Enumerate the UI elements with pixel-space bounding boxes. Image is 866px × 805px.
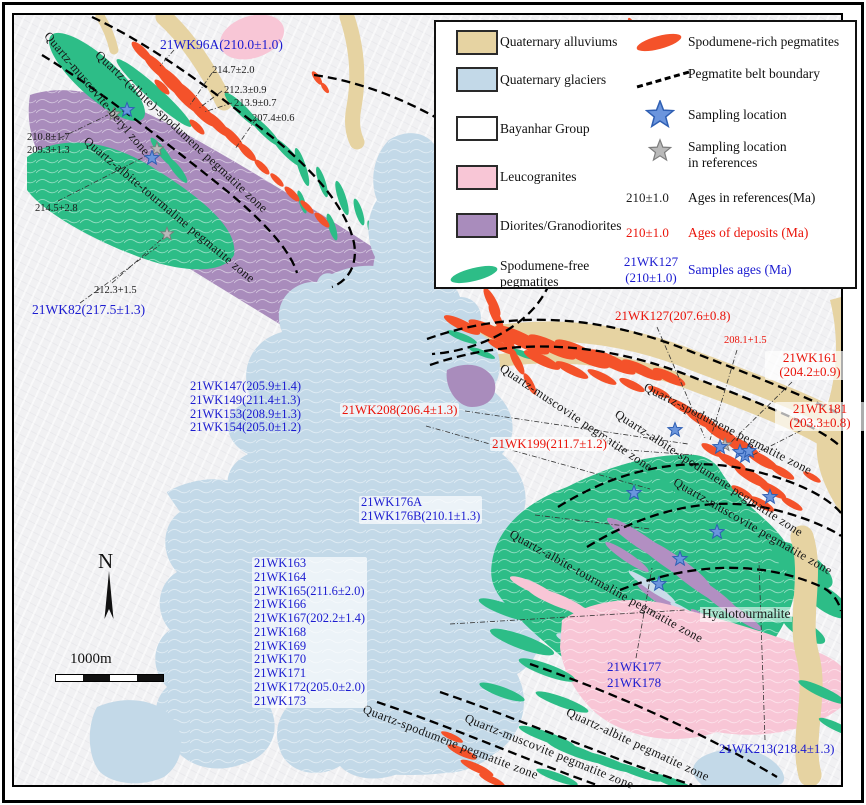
legend-label-spodumene-free-1: Spodumene-free — [500, 258, 589, 274]
legend-swatch-alluvium — [456, 30, 498, 55]
legend-label-age-deposit: Ages of deposits (Ma) — [688, 225, 808, 241]
deposit-label-line: (204.2±0.9) — [767, 365, 853, 379]
reference-age-label: 212.3+1.5 — [94, 285, 137, 297]
legend-label-boundary: Pegmatite belt boundary — [688, 66, 820, 82]
rock-label-hyalotourmalite: Hyalotourmalite — [700, 607, 792, 622]
legend-swatch-diorites — [456, 213, 498, 238]
sample-list-147: 21WK147(205.9±1.4) 21WK149(211.4±1.3) 21… — [190, 380, 301, 435]
legend-label-diorites: Diorites/Granodiorites — [500, 218, 621, 234]
legend-label-spodumene-free-2: pegmatites — [500, 274, 558, 290]
legend-label-bayanhar: Bayanhar Group — [500, 121, 590, 137]
legend-label-sampling-ref-2: in references — [688, 155, 757, 171]
reference-age-label: 207.4±0.6 — [252, 113, 295, 125]
sample-label: 21WK154(205.0±1.2) — [190, 421, 301, 435]
sample-label-wk82: 21WK82(217.5±1.3) — [32, 303, 145, 318]
legend-example-age-ref: 210±1.0 — [626, 190, 669, 206]
deposit-label-wk181: 21WK181 (203.3±0.8) — [775, 402, 865, 431]
legend-example-sample-line: (210±1.0) — [620, 270, 682, 286]
sample-label: 21WK176A — [361, 496, 480, 510]
legend-label-sampling: Sampling location — [688, 107, 787, 123]
legend-label-sampling-ref-1: Sampling location — [688, 139, 787, 155]
legend-example-age-deposit: 210±1.0 — [626, 225, 669, 241]
north-label: N — [98, 549, 113, 574]
legend-swatch-bayanhar — [456, 116, 498, 141]
legend-label-alluvium: Quaternary alluviums — [500, 34, 617, 50]
legend-example-sample-line: 21WK127 — [620, 254, 682, 270]
reference-age-label: 214.7±2.0 — [212, 65, 255, 77]
sample-label: 21WK178 — [607, 675, 661, 691]
scale-bar-segment — [83, 675, 110, 681]
sample-label: 21WK163 — [254, 557, 365, 571]
sample-label: 21WK167(202.2±1.4) — [254, 612, 365, 626]
scale-bar-segment — [110, 675, 137, 681]
reference-age-label: 213.9±0.7 — [234, 98, 277, 110]
sample-label: 21WK171 — [254, 667, 365, 681]
reference-age-label: 209.3+1.3 — [27, 145, 70, 157]
sample-label-wk213: 21WK213(218.4±1.3) — [719, 742, 834, 756]
deposit-label-wk127: 21WK127(207.6±0.8) — [615, 309, 730, 323]
legend-label-leucogranites: Leucogranites — [500, 169, 576, 185]
reference-age-label: 212.3±0.9 — [224, 85, 267, 97]
legend-spodumene-free-icon — [449, 262, 499, 286]
map-area: Quartz-muscovite-beryl zone Quartz-(albi… — [12, 13, 843, 787]
sample-label: 21WK172(205.0±2.0) — [254, 681, 365, 695]
legend-label-age-ref: Ages in references(Ma) — [688, 190, 815, 206]
sample-list-176: 21WK176A 21WK176B(210.1±1.3) — [359, 496, 482, 524]
alluvium-channel-southeast — [802, 537, 811, 775]
geological-map-figure: Quartz-muscovite-beryl zone Quartz-(albi… — [0, 0, 866, 805]
sample-label: 21WK149(211.4±1.3) — [190, 394, 301, 408]
sample-label-wk96a: 21WK96A(210.0±1.0) — [160, 38, 283, 53]
sample-label: 21WK165(211.6±2.0) — [254, 585, 365, 599]
legend-spodumene-rich-icon — [635, 30, 683, 54]
legend-label-sample-age: Samples ages (Ma) — [688, 262, 791, 278]
sample-list-177: 21WK177 21WK178 — [607, 659, 661, 692]
scale-bar-segment — [137, 675, 163, 681]
sample-label: 21WK169 — [254, 640, 365, 654]
deposit-label-line: 21WK181 — [777, 402, 863, 416]
deposit-label-208-1: 208.1+1.5 — [724, 335, 767, 347]
deposit-label-wk161: 21WK161 (204.2±0.9) — [765, 351, 855, 380]
deposit-label-line: 21WK161 — [767, 351, 853, 365]
scale-bar-segment — [56, 675, 83, 681]
legend-boundary-icon — [637, 71, 690, 89]
sample-list-163: 21WK163 21WK164 21WK165(211.6±2.0) 21WK1… — [252, 557, 367, 708]
scale-bar — [55, 674, 164, 682]
deposit-label-line: (203.3±0.8) — [777, 416, 863, 430]
legend-sampling-star-icon — [645, 100, 675, 130]
sample-label: 21WK166 — [254, 598, 365, 612]
north-arrow-icon — [105, 571, 114, 619]
sample-label: 21WK177 — [607, 659, 661, 675]
deposit-label-wk208: 21WK208(206.4±1.3) — [340, 403, 459, 417]
sample-label: 21WK164 — [254, 571, 365, 585]
legend-example-sample-age: 21WK127 (210±1.0) — [620, 254, 682, 286]
reference-age-label: 214.5+2.8 — [35, 203, 78, 215]
legend-label-spodumene-rich: Spodumene-rich pegmatites — [688, 34, 839, 50]
legend-swatch-glaciers — [456, 67, 498, 92]
sample-label: 21WK170 — [254, 653, 365, 667]
sample-label: 21WK147(205.9±1.4) — [190, 380, 301, 394]
sample-label: 21WK176B(210.1±1.3) — [361, 510, 480, 524]
sample-label: 21WK173 — [254, 695, 365, 709]
legend-label-glaciers: Quaternary glaciers — [500, 72, 606, 88]
map-legend: Quaternary alluviums Quaternary glaciers… — [434, 20, 857, 289]
legend-sampling-ref-star-icon — [647, 138, 673, 164]
sample-label: 21WK168 — [254, 626, 365, 640]
sample-label: 21WK153(208.9±1.3) — [190, 408, 301, 422]
deposit-label-wk199: 21WK199(211.7±1.2) — [490, 437, 609, 451]
scale-bar-label: 1000m — [70, 651, 112, 668]
legend-swatch-leucogranites — [456, 165, 498, 190]
reference-age-label: 210.8±1.7 — [27, 132, 70, 144]
